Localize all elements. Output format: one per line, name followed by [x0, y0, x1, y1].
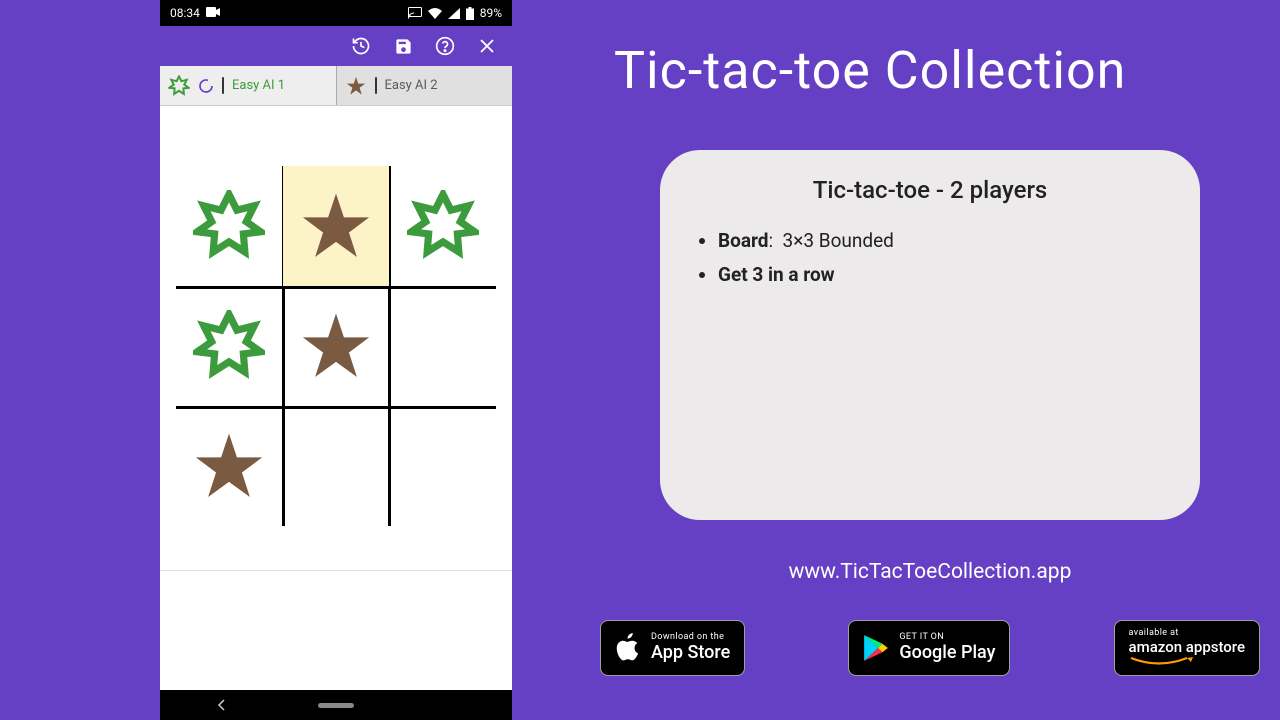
history-icon[interactable] [350, 35, 372, 57]
battery-icon [466, 7, 474, 20]
amazon-appstore-badge[interactable]: available at amazon appstore [1114, 620, 1260, 676]
board-cell[interactable] [390, 286, 496, 406]
close-icon[interactable] [476, 35, 498, 57]
device-icon [375, 78, 377, 93]
info-board-value: 3×3 Bounded [783, 229, 894, 252]
signal-icon [448, 8, 460, 19]
cast-icon [408, 7, 422, 19]
info-heading: Tic-tac-toe - 2 players [688, 176, 1172, 204]
apple-bottomline: App Store [651, 643, 730, 663]
amazon-bottomline: amazon appstore [1129, 639, 1245, 656]
board-cell[interactable] [283, 406, 389, 526]
camera-icon [206, 6, 220, 20]
board-cell[interactable] [283, 286, 389, 406]
android-nav-bar [160, 690, 512, 720]
store-badges: Download on the App Store GET IT ON Goog… [600, 620, 1260, 676]
info-rule-line: Get 3 in a row [718, 258, 1172, 292]
app-bar [160, 26, 512, 66]
board-area [160, 106, 512, 570]
device-icon [222, 78, 224, 93]
app-store-badge[interactable]: Download on the App Store [600, 620, 745, 676]
help-icon[interactable] [434, 35, 456, 57]
info-rule: Get 3 in a row [718, 263, 835, 286]
status-battery: 89% [480, 6, 502, 20]
player2-marker-icon [345, 75, 367, 97]
player-tab-1[interactable]: Easy AI 1 [160, 66, 337, 105]
bottom-panel [160, 570, 512, 690]
player-tab-2[interactable]: Easy AI 2 [337, 66, 513, 105]
info-board-line: Board: 3×3 Bounded [718, 224, 1172, 258]
nav-home-pill[interactable] [318, 703, 354, 708]
google-play-badge[interactable]: GET IT ON Google Play [848, 620, 1010, 676]
promo-title: Tic-tac-toe Collection [614, 40, 1126, 101]
info-card: Tic-tac-toe - 2 players Board: 3×3 Bound… [660, 150, 1200, 520]
google-play-icon [863, 634, 889, 662]
player1-marker-icon [168, 75, 190, 97]
tic-tac-toe-board [176, 166, 496, 526]
player-strip: Easy AI 1 Easy AI 2 [160, 66, 512, 106]
player1-name: Easy AI 1 [232, 78, 328, 93]
board-cell[interactable] [176, 166, 282, 286]
amazon-smile-icon [1129, 657, 1199, 667]
promo-website: www.TicTacToeCollection.app [660, 560, 1200, 584]
board-cell[interactable] [176, 286, 282, 406]
board-cell[interactable] [390, 406, 496, 526]
apple-logo-icon [615, 633, 641, 663]
status-time: 08:34 [170, 6, 200, 20]
wifi-icon [428, 8, 442, 19]
board-cell[interactable] [390, 166, 496, 286]
save-icon[interactable] [392, 35, 414, 57]
nav-back-icon[interactable] [216, 699, 228, 711]
thinking-spinner-icon [198, 78, 214, 94]
android-status-bar: 08:34 89% [160, 0, 512, 26]
board-cell[interactable] [176, 406, 282, 526]
google-bottomline: Google Play [899, 643, 995, 663]
board-cell[interactable] [283, 166, 389, 286]
info-board-label: Board [718, 229, 769, 252]
phone-mockup: 08:34 89% [160, 0, 512, 720]
player2-name: Easy AI 2 [385, 78, 505, 93]
